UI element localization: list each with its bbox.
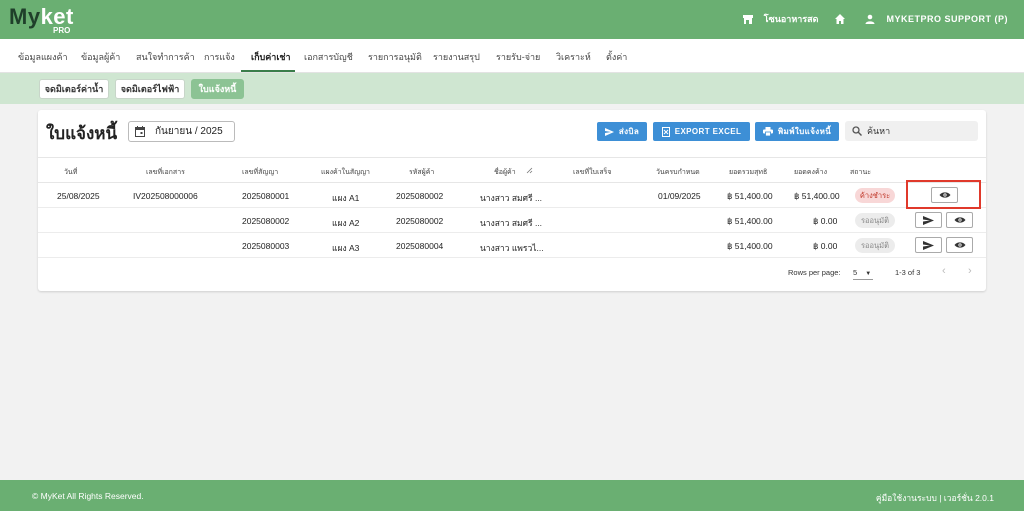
col-vendor-id[interactable]: รหัสผู้ค้า — [409, 167, 434, 178]
send-icon — [923, 240, 934, 250]
user-icon[interactable] — [864, 13, 876, 25]
footer: © MyKet All Rights Reserved. คู่มือใช้งา… — [0, 480, 1024, 511]
nav-approvals[interactable]: รายการอนุมัติ — [368, 50, 422, 64]
copyright: © MyKet All Rights Reserved. — [32, 491, 144, 501]
table-header: วันที่ เลขที่เอกสาร เลขที่สัญญา แผงค้าใน… — [38, 157, 986, 183]
table-row[interactable]: 25/08/2025 IV202508000006 2025080001 แผง… — [38, 183, 986, 208]
nav-settings[interactable]: ตั้งค่า — [606, 50, 627, 64]
col-vendor-name[interactable]: ชื่อผู้ค้า — [494, 167, 516, 178]
nav-rent-collection[interactable]: เก็บค่าเช่า — [251, 50, 291, 64]
chevron-down-icon: ▼ — [865, 271, 872, 277]
col-doc-no[interactable]: เลขที่เอกสาร — [146, 167, 185, 178]
search-input[interactable] — [867, 126, 967, 136]
store-icon[interactable] — [742, 13, 754, 25]
active-tab-indicator — [241, 70, 295, 72]
send-button[interactable] — [915, 212, 942, 228]
rows-per-page-select[interactable]: 5 ▼ — [853, 268, 874, 280]
nav-stall-info[interactable]: ข้อมูลแผงค้า — [18, 50, 68, 64]
manual-version-link[interactable]: คู่มือใช้งานระบบ | เวอร์ชั่น 2.0.1 — [876, 491, 994, 505]
invoice-card: ใบแจ้งหนี้ กันยายน / 2025 ส่งบิล EXPORT … — [38, 110, 986, 291]
status-badge: รออนุมัติ — [855, 238, 895, 253]
main-nav: ข้อมูลแผงค้า ข้อมูลผู้ค้า สนใจทำการค้า ก… — [0, 39, 1024, 73]
calendar-icon — [135, 126, 145, 137]
send-icon — [923, 215, 934, 225]
eye-icon — [954, 217, 965, 223]
user-menu[interactable]: MYKETPRO SUPPORT (P) — [886, 14, 1008, 24]
col-outstanding[interactable]: ยอดคงค้าง — [794, 167, 827, 178]
nav-analytics[interactable]: วิเคราะห์ — [556, 50, 591, 64]
col-total[interactable]: ยอดรวมสุทธิ — [729, 167, 767, 178]
highlight-annotation — [906, 180, 981, 209]
home-icon[interactable] — [834, 13, 846, 25]
page-title: ใบแจ้งหนี้ — [46, 124, 118, 143]
search-icon — [852, 126, 862, 136]
col-receipt[interactable]: เลขที่ใบเสร็จ — [573, 167, 611, 178]
send-button[interactable] — [915, 237, 942, 253]
nav-summary-report[interactable]: รายงานสรุป — [433, 50, 480, 64]
search-box — [845, 121, 978, 141]
next-page-icon[interactable]: › — [968, 265, 972, 277]
col-date[interactable]: วันที่ — [64, 167, 77, 178]
print-icon — [762, 127, 773, 136]
nav-interested[interactable]: สนใจทำการค้า — [136, 50, 195, 64]
send-icon — [604, 127, 614, 136]
tab-invoice[interactable]: ใบแจ้งหนี้ — [191, 79, 244, 99]
sub-tabs: จดมิเตอร์ค่าน้ำ จดมิเตอร์ไฟฟ้า ใบแจ้งหนี… — [0, 73, 1024, 104]
prev-page-icon[interactable]: ‹ — [942, 265, 946, 277]
rows-per-page-label: Rows per page: — [788, 268, 841, 277]
nav-accounting-docs[interactable]: เอกสารบัญชี — [304, 50, 353, 64]
eye-icon — [954, 242, 965, 248]
view-button[interactable] — [946, 212, 973, 228]
nav-notify[interactable]: การแจ้ง — [204, 50, 235, 64]
nav-vendor-info[interactable]: ข้อมูลผู้ค้า — [81, 50, 120, 64]
send-bill-button[interactable]: ส่งบิล — [597, 122, 647, 141]
page-range: 1-3 of 3 — [895, 268, 921, 277]
col-stall[interactable]: แผงค้าในสัญญา — [321, 167, 370, 178]
excel-icon — [661, 126, 670, 137]
top-bar: Myket PRO โซนอาหารสด MYKETPRO SUPPORT (P… — [0, 0, 1024, 39]
export-excel-button[interactable]: EXPORT EXCEL — [653, 122, 750, 141]
col-contract[interactable]: เลขที่สัญญา — [242, 167, 278, 178]
resize-icon[interactable] — [526, 167, 533, 174]
store-label[interactable]: โซนอาหารสด — [764, 12, 819, 26]
table-row[interactable]: 2025080002 แผง A2 2025080002 นางสาว สมศร… — [38, 208, 986, 233]
month-picker[interactable]: กันยายน / 2025 — [128, 121, 235, 142]
tab-water-meter[interactable]: จดมิเตอร์ค่าน้ำ — [39, 79, 109, 99]
print-invoice-button[interactable]: พิมพ์ใบแจ้งหนี้ — [755, 122, 839, 141]
status-badge: รออนุมัติ — [855, 213, 895, 228]
table-row[interactable]: 2025080003 แผง A3 2025080004 นางสาว แพรว… — [38, 233, 986, 258]
month-value: กันยายน / 2025 — [155, 126, 223, 137]
tab-electric-meter[interactable]: จดมิเตอร์ไฟฟ้า — [115, 79, 185, 99]
myket-logo[interactable]: Myket PRO — [9, 4, 74, 35]
view-button[interactable] — [946, 237, 973, 253]
col-due[interactable]: วันครบกำหนด — [656, 167, 700, 178]
col-status[interactable]: สถานะ — [850, 167, 871, 178]
nav-income-expense[interactable]: รายรับ-จ่าย — [496, 50, 540, 64]
status-badge: ค้างชำระ — [855, 188, 895, 203]
